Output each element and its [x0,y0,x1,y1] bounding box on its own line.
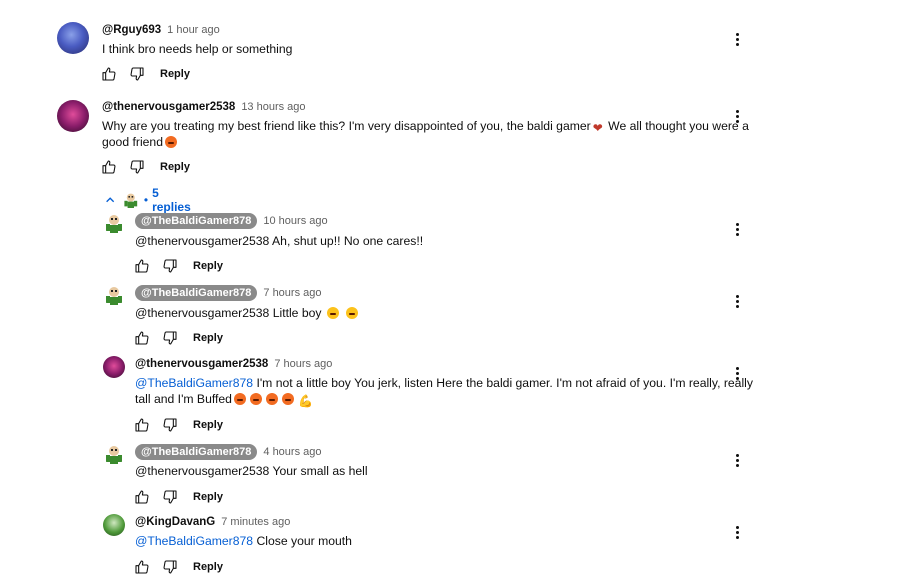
more-vert-icon[interactable] [727,291,747,311]
reply-button[interactable]: Reply [193,332,223,344]
angry-face-emoji [281,393,294,405]
comment-author-badge[interactable]: @TheBaldiGamer878 [135,285,258,301]
reply-button[interactable]: Reply [193,491,223,503]
comment-timestamp[interactable]: 7 minutes ago [221,516,290,528]
comment-author[interactable]: @thenervousgamer2538 [102,101,235,113]
mention-link[interactable]: @TheBaldiGamer878 [135,534,253,548]
angry-face-emoji [165,136,177,148]
angry-face-emoji [265,393,278,405]
comment-author[interactable]: @KingDavanG [135,516,215,528]
comment-text: @thenervousgamer2538 Ah, shut up!! No on… [135,234,424,248]
like-icon[interactable] [133,488,151,506]
reply-button[interactable]: Reply [193,561,223,573]
avatar[interactable] [57,100,89,132]
comment-text-line1: Why are you treating my best friend like… [102,119,749,135]
avatar[interactable] [57,22,89,54]
more-vert-icon[interactable] [727,219,747,239]
replies-count: 5 replies [152,186,191,214]
comment-timestamp[interactable]: 7 hours ago [274,358,332,370]
avatar[interactable] [103,284,125,306]
laughing-emoji [346,307,359,319]
like-icon[interactable] [100,65,118,83]
reply-button[interactable]: Reply [193,419,223,431]
comment-author[interactable]: @Rguy693 [102,24,161,36]
more-vert-icon[interactable] [727,106,747,126]
comment-author-badge[interactable]: @TheBaldiGamer878 [135,444,258,460]
avatar[interactable] [103,514,125,536]
comment-text: @thenervousgamer2538 Your small as hell [135,464,368,478]
reply-button[interactable]: Reply [160,161,190,173]
mention-link[interactable]: @TheBaldiGamer878 [135,376,253,390]
comment-timestamp[interactable]: 13 hours ago [241,101,305,113]
broken-heart-emoji: ❤ [592,121,603,135]
more-vert-icon[interactable] [727,29,747,49]
replies-toggle-button[interactable]: • 5 replies [104,186,195,214]
separator-dot: • [143,193,149,207]
dislike-icon[interactable] [161,257,179,275]
like-icon[interactable] [133,416,151,434]
flexed-biceps-emoji: 💪 [297,394,313,408]
comment-author[interactable]: @thenervousgamer2538 [135,358,268,370]
reply-avatar-icon [122,190,140,210]
dislike-icon[interactable] [161,488,179,506]
like-icon[interactable] [100,158,118,176]
comment-text: @TheBaldiGamer878 Close your mouth [135,534,352,548]
angry-face-emoji [233,393,246,405]
avatar[interactable] [103,443,125,465]
comment-text-line2: good friend [102,134,179,150]
comment-text-line2: tall and I'm Buffed 💪 [135,392,313,408]
comment-timestamp[interactable]: 4 hours ago [263,446,321,458]
comment-timestamp[interactable]: 10 hours ago [263,215,327,227]
comment-timestamp[interactable]: 7 hours ago [263,287,321,299]
comment-timestamp[interactable]: 1 hour ago [167,24,220,36]
chevron-up-icon [106,197,115,203]
comment-text-line1: @TheBaldiGamer878 I'm not a little boy Y… [135,376,753,390]
avatar[interactable] [103,356,125,378]
reply-button[interactable]: Reply [193,260,223,272]
more-vert-icon[interactable] [727,450,747,470]
laughing-emoji [326,307,339,319]
dislike-icon[interactable] [161,558,179,576]
comment-text: I think bro needs help or something [102,42,293,56]
more-vert-icon[interactable] [727,522,747,542]
like-icon[interactable] [133,257,151,275]
angry-face-emoji [249,393,262,405]
dislike-icon[interactable] [128,158,146,176]
more-vert-icon[interactable] [727,363,747,383]
dislike-icon[interactable] [161,329,179,347]
avatar[interactable] [103,212,125,234]
like-icon[interactable] [133,558,151,576]
comment-text: @thenervousgamer2538 Little boy [135,305,360,321]
reply-button[interactable]: Reply [160,68,190,80]
dislike-icon[interactable] [128,65,146,83]
comment-author-badge[interactable]: @TheBaldiGamer878 [135,213,258,229]
dislike-icon[interactable] [161,416,179,434]
like-icon[interactable] [133,329,151,347]
